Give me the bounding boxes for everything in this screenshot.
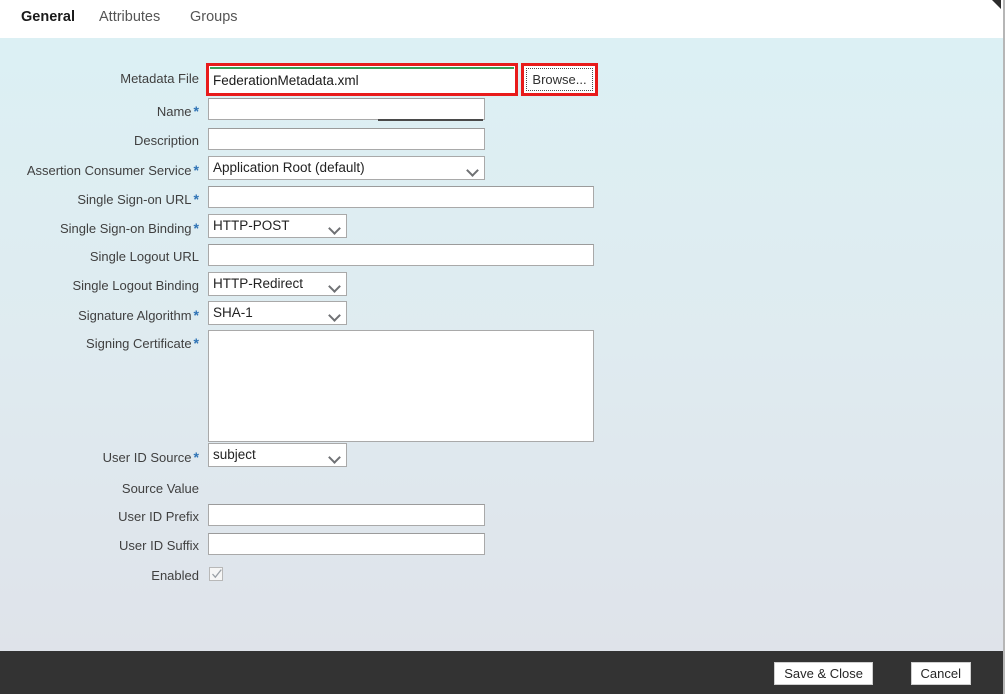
field-row-single-signon-url: Single Sign-on URL *: [0, 186, 1003, 214]
required-marker-acs: *: [193, 162, 199, 178]
tab-attributes-label: Attributes: [99, 9, 161, 25]
field-row-single-logout-binding: Single Logout Binding HTTP-Redirect: [0, 272, 1003, 300]
metadata-file-accent-line: [210, 67, 514, 69]
label-user-id-suffix: User ID Suffix: [119, 538, 199, 553]
required-marker-signing-certificate: *: [193, 335, 199, 351]
chevron-down-icon: [330, 282, 339, 291]
field-row-user-id-suffix: User ID Suffix: [0, 533, 1003, 561]
signing-certificate-textarea[interactable]: [208, 330, 594, 442]
metadata-file-highlight: [206, 63, 518, 96]
field-row-user-id-prefix: User ID Prefix: [0, 504, 1003, 532]
label-metadata-file: Metadata File: [120, 71, 199, 86]
description-input[interactable]: [208, 128, 485, 150]
tab-groups[interactable]: Groups: [190, 9, 238, 25]
field-row-enabled: Enabled: [0, 563, 1003, 591]
tab-bar: General Attributes Groups: [0, 0, 1003, 38]
saml-identity-provider-editor: General Attributes Groups Metadata File …: [0, 0, 1005, 694]
single-signon-binding-value: HTTP-POST: [213, 218, 290, 233]
browse-button[interactable]: Browse...: [526, 68, 593, 91]
assertion-consumer-service-value: Application Root (default): [213, 160, 365, 175]
corner-resize-marker: [992, 0, 1001, 9]
signature-algorithm-select[interactable]: SHA-1: [208, 301, 347, 325]
label-description: Description: [133, 133, 199, 148]
save-and-close-button[interactable]: Save & Close: [774, 662, 873, 685]
browse-button-label: Browse...: [532, 72, 587, 87]
assertion-consumer-service-select[interactable]: Application Root (default): [208, 156, 485, 180]
field-row-signing-certificate: Signing Certificate *: [0, 330, 1003, 445]
browse-button-highlight: Browse...: [521, 63, 598, 96]
tab-groups-label: Groups: [190, 9, 238, 25]
label-single-signon-url: Single Sign-on URL *: [77, 191, 199, 207]
single-logout-binding-select[interactable]: HTTP-Redirect: [208, 272, 347, 296]
field-row-assertion-consumer-service: Assertion Consumer Service * Application …: [0, 156, 1003, 184]
label-source-value: Source Value: [121, 481, 199, 496]
label-assertion-consumer-service: Assertion Consumer Service *: [26, 162, 199, 178]
save-and-close-label: Save & Close: [784, 665, 863, 681]
tab-general-label: General: [21, 9, 75, 25]
required-marker-sso-url: *: [193, 191, 199, 207]
required-marker-user-id-source: *: [193, 449, 199, 465]
enabled-checkbox[interactable]: [209, 567, 223, 581]
cancel-button[interactable]: Cancel: [910, 662, 971, 685]
single-logout-binding-value: HTTP-Redirect: [213, 276, 304, 291]
chevron-down-icon: [330, 453, 339, 462]
label-single-signon-binding: Single Sign-on Binding *: [60, 220, 199, 236]
name-input[interactable]: [208, 98, 485, 120]
label-user-id-prefix: User ID Prefix: [118, 509, 199, 524]
field-row-user-id-source: User ID Source * subject: [0, 443, 1003, 471]
tab-attributes[interactable]: Attributes: [99, 9, 160, 25]
tab-general[interactable]: General: [21, 9, 75, 25]
required-marker-signature-algorithm: *: [193, 307, 199, 323]
signature-algorithm-value: SHA-1: [213, 305, 253, 320]
chevron-down-icon: [468, 166, 477, 175]
cancel-label: Cancel: [920, 665, 961, 681]
field-row-name: Name *: [0, 98, 1003, 126]
single-signon-url-input[interactable]: [208, 186, 594, 208]
label-user-id-source: User ID Source *: [102, 449, 199, 465]
label-signature-algorithm: Signature Algorithm *: [78, 307, 199, 323]
single-signon-binding-select[interactable]: HTTP-POST: [208, 214, 347, 238]
label-enabled: Enabled: [151, 568, 199, 583]
dialog-footer: Save & Close Cancel: [0, 651, 1003, 694]
user-id-prefix-input[interactable]: [208, 504, 485, 526]
user-id-source-value: subject: [213, 447, 256, 462]
chevron-down-icon: [330, 224, 339, 233]
label-single-logout-url: Single Logout URL: [89, 249, 199, 264]
label-single-logout-binding: Single Logout Binding: [72, 278, 200, 293]
required-marker-name: *: [193, 103, 199, 119]
required-marker-sso-binding: *: [193, 220, 199, 236]
user-id-source-select[interactable]: subject: [208, 443, 347, 467]
metadata-file-input[interactable]: [210, 70, 512, 91]
field-row-description: Description: [0, 128, 1003, 156]
single-logout-url-input[interactable]: [208, 244, 594, 266]
field-row-signature-algorithm: Signature Algorithm * SHA-1: [0, 301, 1003, 329]
name-input-underline-artifact: [378, 119, 483, 121]
general-form-pane: Metadata File Browse... Name* Descri: [0, 38, 1003, 651]
field-row-source-value: Source Value: [0, 476, 1003, 504]
field-row-metadata-file: Metadata File Browse...: [0, 63, 1003, 96]
field-row-single-logout-url: Single Logout URL: [0, 244, 1003, 272]
field-row-single-signon-binding: Single Sign-on Binding * HTTP-POST: [0, 214, 1003, 242]
label-name: Name *: [156, 103, 199, 119]
checkmark-icon: [212, 569, 222, 579]
chevron-down-icon: [330, 311, 339, 320]
user-id-suffix-input[interactable]: [208, 533, 485, 555]
label-signing-certificate: Signing Certificate *: [86, 335, 199, 351]
